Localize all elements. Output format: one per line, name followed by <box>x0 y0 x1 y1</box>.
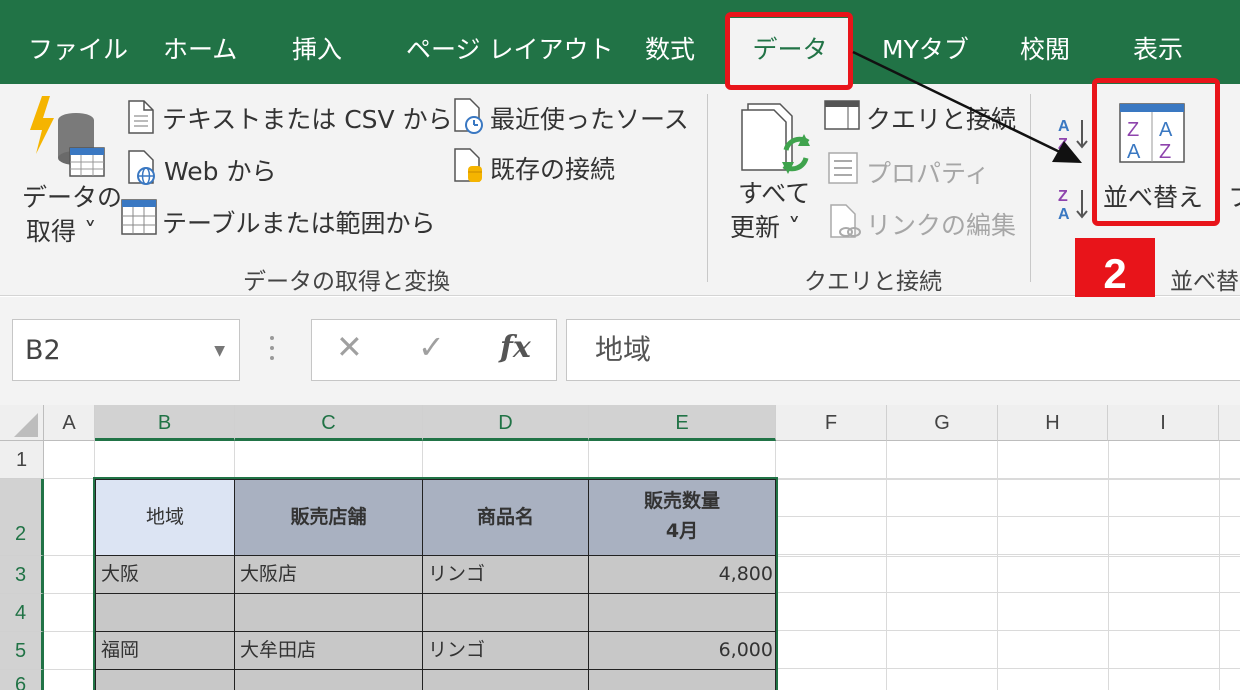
table-cell-product[interactable] <box>423 594 589 632</box>
column-header-next[interactable] <box>1219 405 1240 441</box>
insert-function-icon[interactable]: fx <box>500 330 531 365</box>
column-header-a[interactable]: A <box>44 405 95 441</box>
table-cell-store[interactable]: 大牟田店 <box>235 632 423 670</box>
table-cell-region[interactable] <box>95 594 235 632</box>
grid-cell[interactable] <box>44 556 95 594</box>
grid-cell[interactable] <box>44 479 95 556</box>
table-header-quantity-line1: 販売数量 <box>643 490 720 512</box>
table-cell-store[interactable] <box>235 670 423 690</box>
table-header-quantity[interactable]: 販売数量 4月 <box>589 479 776 556</box>
chevron-down-icon[interactable]: ▼ <box>214 320 225 382</box>
table-cell-product[interactable] <box>423 670 589 690</box>
column-header-d[interactable]: D <box>423 405 589 441</box>
enter-check-icon[interactable]: ✓ <box>418 328 445 366</box>
column-header-e[interactable]: E <box>589 405 776 441</box>
grid-cell[interactable] <box>95 441 235 479</box>
table-cell-region[interactable] <box>95 670 235 690</box>
column-header-f[interactable]: F <box>776 405 887 441</box>
row-header-2[interactable]: 2 <box>0 479 44 556</box>
grid-cell[interactable] <box>589 441 776 479</box>
formula-bar: B2 ▼ ✕ ✓ fx 地域 <box>0 297 1240 405</box>
row-header-5[interactable]: 5 <box>0 632 44 670</box>
table-cell-product[interactable]: リンゴ <box>423 556 589 594</box>
table-cell-store[interactable]: 大阪店 <box>235 556 423 594</box>
grid-cell[interactable] <box>235 441 423 479</box>
table-cell-quantity[interactable] <box>589 670 776 690</box>
worksheet-grid: A B C D E F G H I 1 2 3 4 5 6 地域 販売店舗 商品… <box>0 405 1240 690</box>
column-header-b[interactable]: B <box>95 405 235 441</box>
grid-cell[interactable] <box>44 670 95 690</box>
grid-cell[interactable] <box>423 441 589 479</box>
table-cell-store[interactable] <box>235 594 423 632</box>
table-cell-region[interactable]: 大阪 <box>95 556 235 594</box>
table-header-product[interactable]: 商品名 <box>423 479 589 556</box>
grid-cell[interactable] <box>44 594 95 632</box>
table-cell-quantity[interactable]: 4,800 <box>589 556 776 594</box>
table-cell-region[interactable]: 福岡 <box>95 632 235 670</box>
formula-buttons: ✕ ✓ fx <box>311 319 557 381</box>
column-header-i[interactable]: I <box>1108 405 1219 441</box>
table-header-region[interactable]: 地域 <box>95 479 235 556</box>
name-box[interactable]: B2 ▼ <box>12 319 240 381</box>
table-cell-product[interactable]: リンゴ <box>423 632 589 670</box>
table-header-store[interactable]: 販売店舗 <box>235 479 423 556</box>
column-header-c[interactable]: C <box>235 405 423 441</box>
formula-input[interactable]: 地域 <box>566 319 1240 381</box>
table-header-quantity-line2: 4月 <box>665 520 699 542</box>
cancel-icon[interactable]: ✕ <box>336 328 363 366</box>
row-header-1[interactable]: 1 <box>0 441 44 479</box>
row-header-4[interactable]: 4 <box>0 594 44 632</box>
column-header-g[interactable]: G <box>887 405 998 441</box>
column-header-h[interactable]: H <box>998 405 1108 441</box>
table-cell-quantity[interactable]: 6,000 <box>589 632 776 670</box>
drag-handle-icon[interactable] <box>268 333 276 363</box>
select-all-corner[interactable] <box>0 405 44 441</box>
row-header-3[interactable]: 3 <box>0 556 44 594</box>
grid-cell[interactable] <box>44 632 95 670</box>
grid-cell[interactable] <box>44 441 95 479</box>
table-cell-quantity[interactable] <box>589 594 776 632</box>
row-header-6[interactable]: 6 <box>0 670 44 690</box>
name-box-value: B2 <box>25 335 61 366</box>
